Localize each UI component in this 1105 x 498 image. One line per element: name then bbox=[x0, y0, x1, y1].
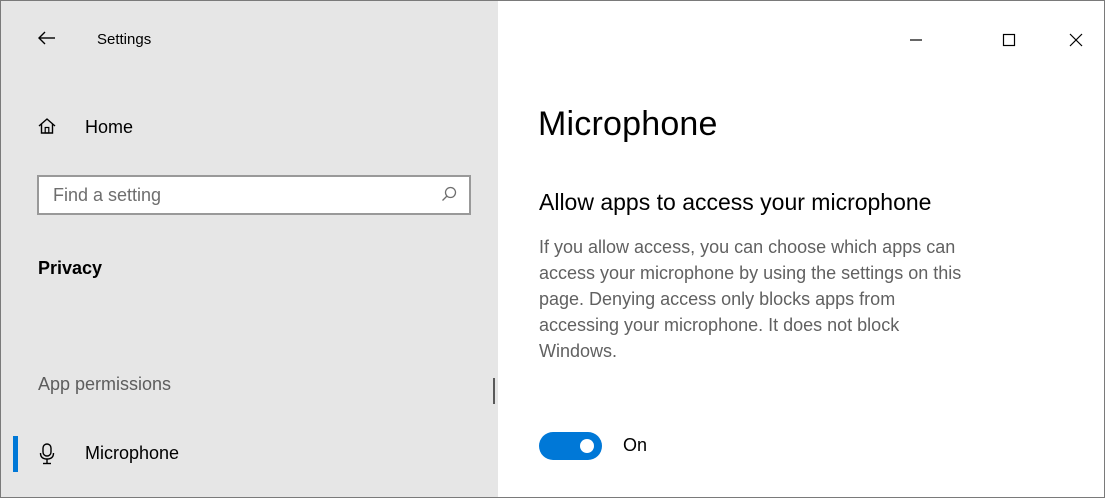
access-toggle[interactable] bbox=[539, 432, 602, 460]
sidebar: Settings Home Privacy App permission bbox=[1, 1, 498, 497]
description-line: page. Denying access only blocks apps fr… bbox=[539, 289, 896, 309]
back-arrow-icon bbox=[38, 31, 55, 45]
section-title: Privacy bbox=[38, 258, 103, 278]
selection-indicator bbox=[13, 436, 18, 472]
maximize-button[interactable] bbox=[986, 17, 1032, 63]
sidebar-item-home-label: Home bbox=[85, 117, 134, 137]
close-icon bbox=[1069, 33, 1083, 47]
description-line: accessing your microphone. It does not b… bbox=[539, 315, 900, 335]
maximize-icon bbox=[1002, 33, 1016, 47]
page-title: Microphone bbox=[538, 105, 718, 143]
toggle-state-label: On bbox=[623, 435, 648, 455]
app-title: Settings bbox=[97, 31, 152, 48]
search-box bbox=[37, 175, 471, 215]
sidebar-item-microphone[interactable]: Microphone bbox=[1, 433, 498, 475]
back-button[interactable] bbox=[31, 23, 63, 55]
group-header: App permissions bbox=[38, 374, 172, 394]
close-button[interactable] bbox=[1053, 17, 1099, 63]
minimize-button[interactable] bbox=[893, 17, 939, 63]
search-button[interactable] bbox=[435, 181, 463, 209]
search-icon bbox=[442, 186, 457, 201]
minimize-icon bbox=[910, 39, 922, 41]
sidebar-item-home[interactable]: Home bbox=[29, 107, 469, 147]
home-icon bbox=[37, 116, 57, 136]
search-input[interactable] bbox=[39, 177, 433, 213]
access-toggle-row: On bbox=[539, 430, 839, 460]
scrollbar-thumb[interactable] bbox=[493, 378, 495, 404]
description-line: If you allow access, you can choose whic… bbox=[539, 237, 956, 257]
setting-heading: Allow apps to access your microphone bbox=[539, 189, 932, 215]
microphone-icon bbox=[37, 443, 57, 465]
settings-window: Settings Home Privacy App permission bbox=[0, 0, 1105, 498]
setting-description: If you allow access, you can choose whic… bbox=[539, 234, 1079, 364]
sidebar-item-microphone-label: Microphone bbox=[85, 443, 180, 463]
description-line: Windows. bbox=[539, 341, 618, 361]
description-line: access your microphone by using the sett… bbox=[539, 263, 962, 283]
toggle-knob bbox=[580, 439, 594, 453]
content-pane: Microphone Allow apps to access your mic… bbox=[498, 1, 1104, 497]
